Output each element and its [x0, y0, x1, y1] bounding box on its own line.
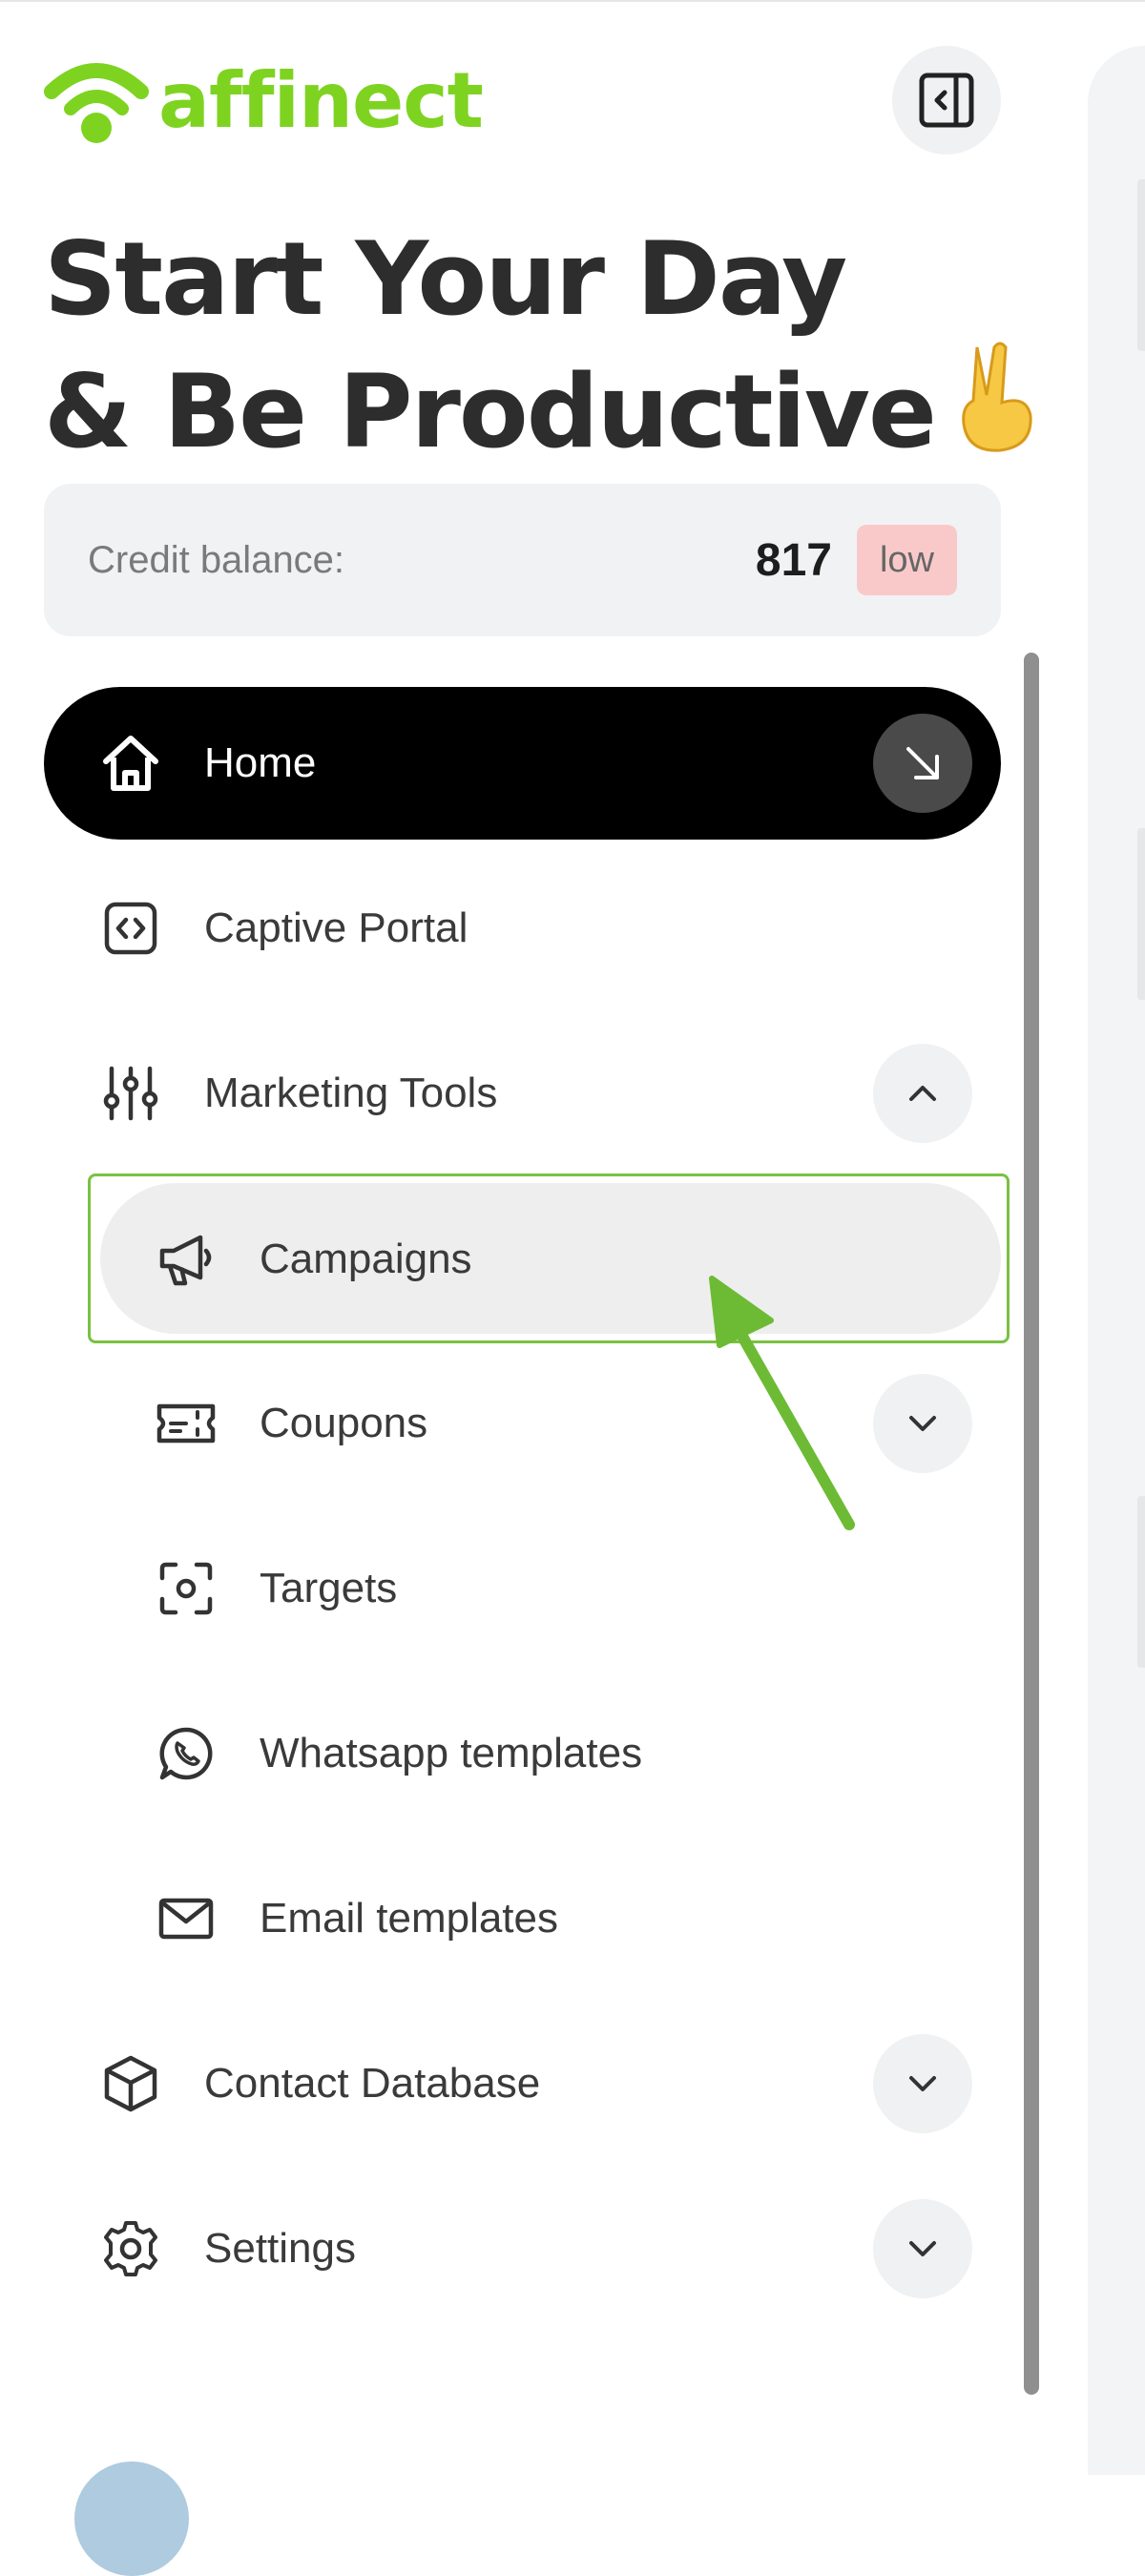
nav-item-settings[interactable]: Settings	[44, 2172, 1001, 2325]
main-content-panel	[1088, 46, 1145, 2475]
nav-item-label: Campaigns	[260, 1236, 472, 1282]
nav-item-label: Email templates	[260, 1895, 559, 1942]
panel-notch	[1137, 828, 1145, 1000]
nav-item-label: Whatsapp templates	[260, 1730, 643, 1776]
avatar[interactable]	[74, 2462, 189, 2576]
nav-item-label: Targets	[260, 1565, 398, 1611]
greeting-line-2: & Be Productive	[44, 340, 1032, 480]
sidebar-scrollbar[interactable]	[1024, 653, 1039, 2395]
arrow-down-right-icon[interactable]	[873, 714, 972, 813]
page-title: Start Your Day & Be Productive	[44, 219, 1032, 480]
nav-item-marketing-tools[interactable]: Marketing Tools	[44, 1017, 1001, 1170]
panel-notch	[1137, 179, 1145, 351]
brand-name: affinect	[158, 56, 484, 145]
mail-icon	[155, 1887, 218, 1950]
nav-item-contact-database[interactable]: Contact Database	[44, 2007, 1001, 2160]
status-badge: low	[856, 525, 957, 595]
greeting-line-2-text: & Be Productive	[44, 353, 937, 470]
whatsapp-icon	[155, 1722, 218, 1785]
greeting-line-1: Start Your Day	[44, 220, 847, 338]
nav-item-captive-portal[interactable]: Captive Portal	[44, 852, 1001, 1005]
wifi-logo-icon	[44, 63, 149, 143]
target-icon	[155, 1557, 218, 1620]
victory-hand-icon	[954, 340, 1040, 480]
sidebar-collapse-icon	[919, 73, 974, 128]
arrow-pointer-icon	[697, 1269, 868, 1550]
credit-balance-card: Credit balance: 817 low	[44, 484, 1001, 636]
nav-item-label: Captive Portal	[204, 904, 468, 951]
chevron-down-icon[interactable]	[873, 1374, 972, 1473]
panel-notch	[1137, 1496, 1145, 1668]
chevron-down-icon[interactable]	[873, 2034, 972, 2133]
sliders-icon	[99, 1062, 162, 1125]
nav-item-email-templates[interactable]: Email templates	[44, 1842, 1001, 1995]
credit-balance-label: Credit balance:	[88, 538, 345, 581]
ticket-icon	[155, 1392, 218, 1455]
credit-balance-value: 817	[755, 534, 832, 586]
chevron-down-icon[interactable]	[873, 2199, 972, 2298]
cube-icon	[99, 2052, 162, 2115]
gear-icon	[99, 2217, 162, 2280]
nav-item-whatsapp-templates[interactable]: Whatsapp templates	[44, 1677, 1001, 1830]
brand-logo[interactable]: affinect	[44, 55, 484, 147]
nav-item-home[interactable]: Home	[44, 687, 1001, 840]
chevron-up-icon[interactable]	[873, 1044, 972, 1143]
code-icon	[99, 897, 162, 960]
home-icon	[99, 732, 162, 795]
megaphone-icon	[155, 1228, 218, 1291]
sidebar-collapse-button[interactable]	[892, 46, 1001, 155]
